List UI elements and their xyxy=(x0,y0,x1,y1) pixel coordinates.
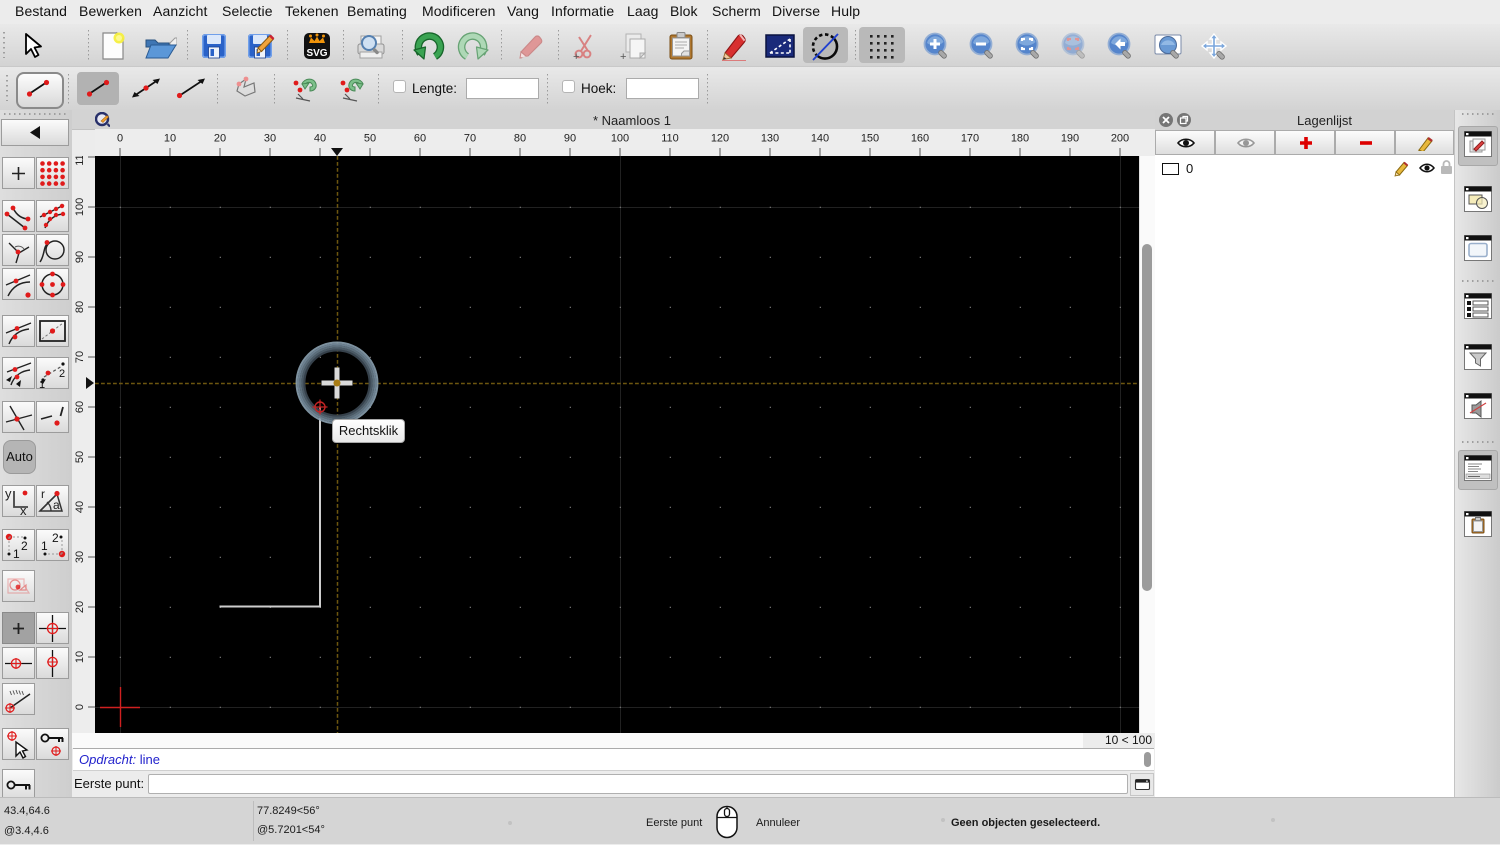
svg-text:1: 1 xyxy=(41,539,48,553)
svg-text:160: 160 xyxy=(911,133,929,145)
svg-text:50: 50 xyxy=(74,451,86,463)
svg-text:80: 80 xyxy=(514,133,526,145)
svg-text:80: 80 xyxy=(74,301,86,313)
svg-text:150: 150 xyxy=(861,133,879,145)
svg-text:+: + xyxy=(620,51,626,61)
svg-text:190: 190 xyxy=(1061,133,1079,145)
svg-text:50: 50 xyxy=(364,133,376,145)
svg-text:70: 70 xyxy=(74,351,86,363)
svg-text:x: x xyxy=(20,503,27,516)
svg-text:2: 2 xyxy=(21,539,28,553)
svg-text:100: 100 xyxy=(74,198,86,216)
svg-text:60: 60 xyxy=(414,133,426,145)
svg-text:20: 20 xyxy=(214,133,226,145)
svg-text:20: 20 xyxy=(74,601,86,613)
svg-text:a: a xyxy=(53,498,60,512)
svg-text:90: 90 xyxy=(564,133,576,145)
svg-text:100: 100 xyxy=(611,133,629,145)
svg-text:2: 2 xyxy=(59,368,65,380)
svg-text:2: 2 xyxy=(52,531,59,545)
svg-text:40: 40 xyxy=(74,501,86,513)
svg-text:110: 110 xyxy=(74,156,86,166)
svg-text:30: 30 xyxy=(74,551,86,563)
svg-text:y: y xyxy=(5,486,12,501)
svg-text:170: 170 xyxy=(961,133,979,145)
svg-text:1: 1 xyxy=(13,547,20,560)
svg-text:70: 70 xyxy=(464,133,476,145)
svg-text:0: 0 xyxy=(74,704,86,710)
svg-text:30: 30 xyxy=(264,133,276,145)
svg-text:90: 90 xyxy=(74,251,86,263)
svg-text:140: 140 xyxy=(811,133,829,145)
svg-text:0: 0 xyxy=(117,133,123,145)
svg-text:r: r xyxy=(41,487,45,501)
svg-text:180: 180 xyxy=(1011,133,1029,145)
svg-text:200: 200 xyxy=(1111,133,1129,145)
svg-text:120: 120 xyxy=(711,133,729,145)
svg-text:130: 130 xyxy=(761,133,779,145)
svg-text:40: 40 xyxy=(314,133,326,145)
svg-text:110: 110 xyxy=(661,133,679,145)
svg-text:60: 60 xyxy=(74,401,86,413)
svg-text:1: 1 xyxy=(39,379,45,388)
svg-text:10: 10 xyxy=(164,133,176,145)
svg-text:+: + xyxy=(573,51,579,61)
svg-text:SVG: SVG xyxy=(306,48,327,59)
svg-text:10: 10 xyxy=(74,651,86,663)
